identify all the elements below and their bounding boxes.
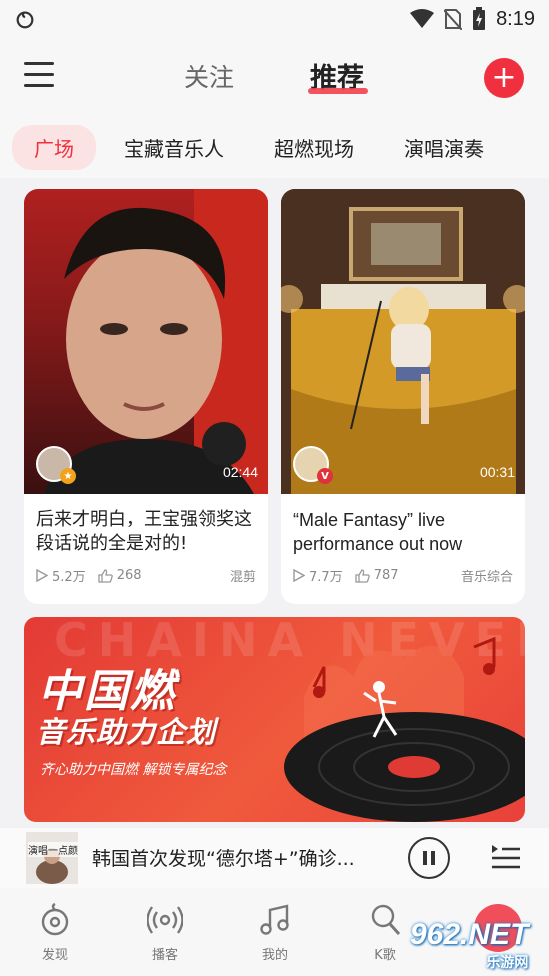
video-title[interactable]: “Male Fantasy” live performance out now xyxy=(281,494,525,566)
campaign-banner[interactable]: CHAINA NEVER DIE 中国燃 音乐助力企划 齐心助力中国燃 解锁专属… xyxy=(24,617,525,822)
play-count: 7.7万 xyxy=(309,570,343,585)
video-duration: 02:44 xyxy=(222,464,258,480)
album-cover-image xyxy=(26,832,78,884)
watermark-sub: 乐游网 xyxy=(486,954,529,970)
video-meta: 5.2万 268 混剪 xyxy=(24,566,268,585)
author-avatar[interactable]: ★ xyxy=(36,446,76,484)
tab-follow[interactable]: 关注 xyxy=(184,58,234,94)
thumbs-up-icon xyxy=(98,568,113,583)
active-tab-indicator xyxy=(308,88,368,94)
play-count-icon xyxy=(293,569,305,582)
watermark: 962.NET 乐游网 xyxy=(410,918,528,972)
pause-button[interactable] xyxy=(408,837,450,879)
nav-karaoke-label: K歌 xyxy=(374,948,396,963)
nav-podcast-label: 播客 xyxy=(151,948,178,963)
banner-caption: 齐心助力中国燃 解锁专属纪念 xyxy=(40,762,227,778)
menu-icon[interactable] xyxy=(24,62,54,88)
nav-podcast[interactable]: 播客 xyxy=(110,888,220,976)
album-cover[interactable]: 演唱一点颜 xyxy=(26,832,78,884)
verified-star-icon: ★ xyxy=(60,468,76,484)
status-icons: 8:19 xyxy=(410,7,535,31)
category-tabs: 广场 宝藏音乐人 超燃现场 演唱演奏 xyxy=(0,116,549,178)
like-count: 268 xyxy=(116,568,142,583)
nav-mine[interactable]: 我的 xyxy=(220,888,330,976)
watermark-brand: 962.NET xyxy=(410,918,529,951)
nav-discover[interactable]: 发现 xyxy=(0,888,110,976)
now-playing-title[interactable]: 韩国首次发现“德尔塔+”确诊... xyxy=(92,844,355,871)
nav-mine-label: 我的 xyxy=(261,948,288,963)
battery-charging-icon xyxy=(473,7,486,30)
category-square[interactable]: 广场 xyxy=(12,124,96,170)
no-sim-icon xyxy=(444,9,463,30)
discover-icon xyxy=(41,902,69,936)
wifi-icon xyxy=(410,9,435,28)
play-count-icon xyxy=(36,569,48,582)
category-singing-playing[interactable]: 演唱演奏 xyxy=(382,125,506,170)
author-avatar[interactable]: V xyxy=(293,446,333,484)
microphone-icon xyxy=(371,904,401,936)
status-bar: 8:19 xyxy=(0,0,549,38)
mini-player[interactable]: 演唱一点颜 韩国首次发现“德尔塔+”确诊... xyxy=(0,828,549,888)
video-tag[interactable]: 混剪 xyxy=(230,566,256,585)
top-header: 关注 推荐 + xyxy=(0,38,549,116)
like-count: 787 xyxy=(373,568,399,583)
video-thumbnail[interactable]: V 00:31 xyxy=(281,189,525,494)
netease-music-icon xyxy=(16,11,34,29)
pause-icon xyxy=(423,851,427,865)
video-card[interactable]: V 00:31 “Male Fantasy” live performance … xyxy=(281,189,525,604)
video-thumbnail[interactable]: ★ 02:44 xyxy=(24,189,268,494)
plus-icon: + xyxy=(491,60,517,95)
podcast-icon xyxy=(147,906,183,934)
play-count: 5.2万 xyxy=(52,570,86,585)
video-duration: 00:31 xyxy=(479,464,515,480)
video-title[interactable]: 后来才明白，王宝强领奖这段话说的全是对的! xyxy=(24,494,268,566)
album-cover-label: 演唱一点颜 xyxy=(28,842,78,857)
video-card[interactable]: ★ 02:44 后来才明白，王宝强领奖这段话说的全是对的! 5.2万 268 混… xyxy=(24,189,268,604)
nav-discover-label: 发现 xyxy=(41,948,68,963)
video-meta: 7.7万 787 音乐综合 xyxy=(281,566,525,585)
thumbs-up-icon xyxy=(355,568,370,583)
category-live-performances[interactable]: 超燃现场 xyxy=(252,125,376,170)
add-button[interactable]: + xyxy=(484,58,524,98)
playlist-icon[interactable] xyxy=(490,842,522,872)
status-time: 8:19 xyxy=(496,7,535,30)
banner-subtitle: 音乐助力企划 xyxy=(36,715,217,749)
video-tag[interactable]: 音乐综合 xyxy=(461,566,513,585)
verified-v-icon: V xyxy=(317,468,333,484)
category-treasure-musicians[interactable]: 宝藏音乐人 xyxy=(102,125,246,170)
music-note-icon xyxy=(260,904,289,935)
